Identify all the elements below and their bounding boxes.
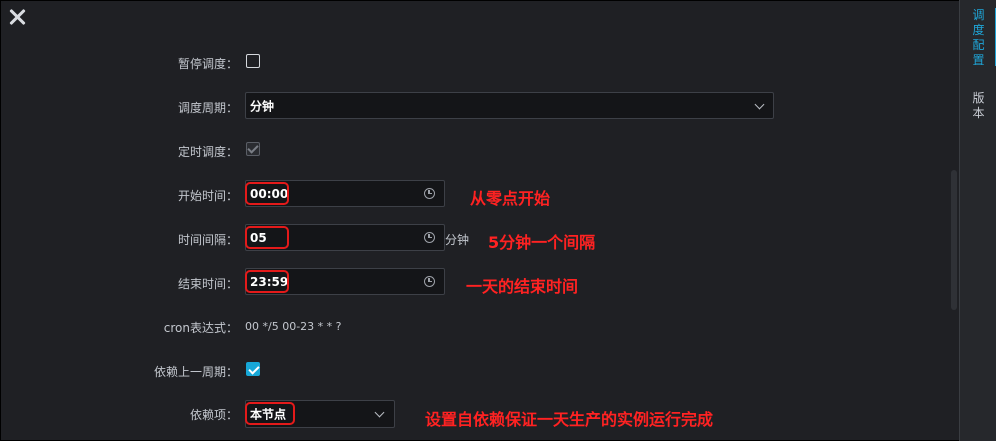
timed-schedule-checkbox[interactable] [246, 142, 260, 156]
chevron-down-icon [374, 407, 385, 418]
tab-char: 置 [972, 53, 985, 67]
start-time-label: 开始时间： [177, 189, 238, 203]
tab-schedule-config[interactable]: 调 度 配 置 [960, 8, 996, 67]
right-side-panel: 调 度 配 置 版 本 [959, 0, 996, 441]
end-time-label: 结束时间： [177, 277, 238, 291]
tab-char: 本 [972, 106, 985, 120]
tab-char: 度 [972, 23, 985, 37]
annotation-interval: 5分钟一个间隔 [488, 233, 596, 252]
schedule-cycle-select[interactable]: 分钟 [245, 92, 774, 119]
clock-icon [424, 276, 435, 287]
tab-version[interactable]: 版 本 [960, 91, 996, 121]
highlight-outline [245, 402, 295, 425]
scrollbar[interactable] [951, 170, 957, 310]
depend-previous-label: 依赖上一周期： [153, 365, 238, 379]
cron-expression-value: 00 */5 00-23 * * ? [245, 320, 342, 333]
cron-label: cron表达式： [163, 321, 238, 335]
annotation-start: 从零点开始 [470, 189, 551, 208]
tab-char: 配 [972, 38, 985, 52]
chevron-down-icon [754, 99, 765, 110]
depend-previous-checkbox[interactable] [246, 362, 260, 376]
highlight-outline [245, 270, 289, 293]
highlight-outline [245, 182, 289, 205]
clock-icon [424, 232, 435, 243]
tab-char: 版 [972, 91, 985, 105]
schedule-cycle-label: 调度周期： [177, 101, 238, 115]
annotation-end: 一天的结束时间 [466, 277, 579, 296]
pause-schedule-label: 暂停调度： [177, 57, 238, 71]
window-frame [0, 0, 996, 441]
interval-label: 时间间隔： [177, 233, 238, 247]
annotation-depend: 设置自依赖保证一天生产的实例运行完成 [425, 410, 714, 429]
timed-schedule-label: 定时调度： [177, 145, 238, 159]
pause-schedule-checkbox[interactable] [246, 54, 260, 68]
clock-icon [424, 188, 435, 199]
dependency-item-label: 依赖项： [189, 408, 238, 422]
schedule-cycle-value: 分钟 [250, 99, 275, 113]
highlight-outline [245, 226, 289, 249]
interval-unit: 分钟 [445, 233, 470, 247]
tab-char: 调 [972, 8, 985, 22]
close-icon[interactable] [6, 6, 28, 28]
